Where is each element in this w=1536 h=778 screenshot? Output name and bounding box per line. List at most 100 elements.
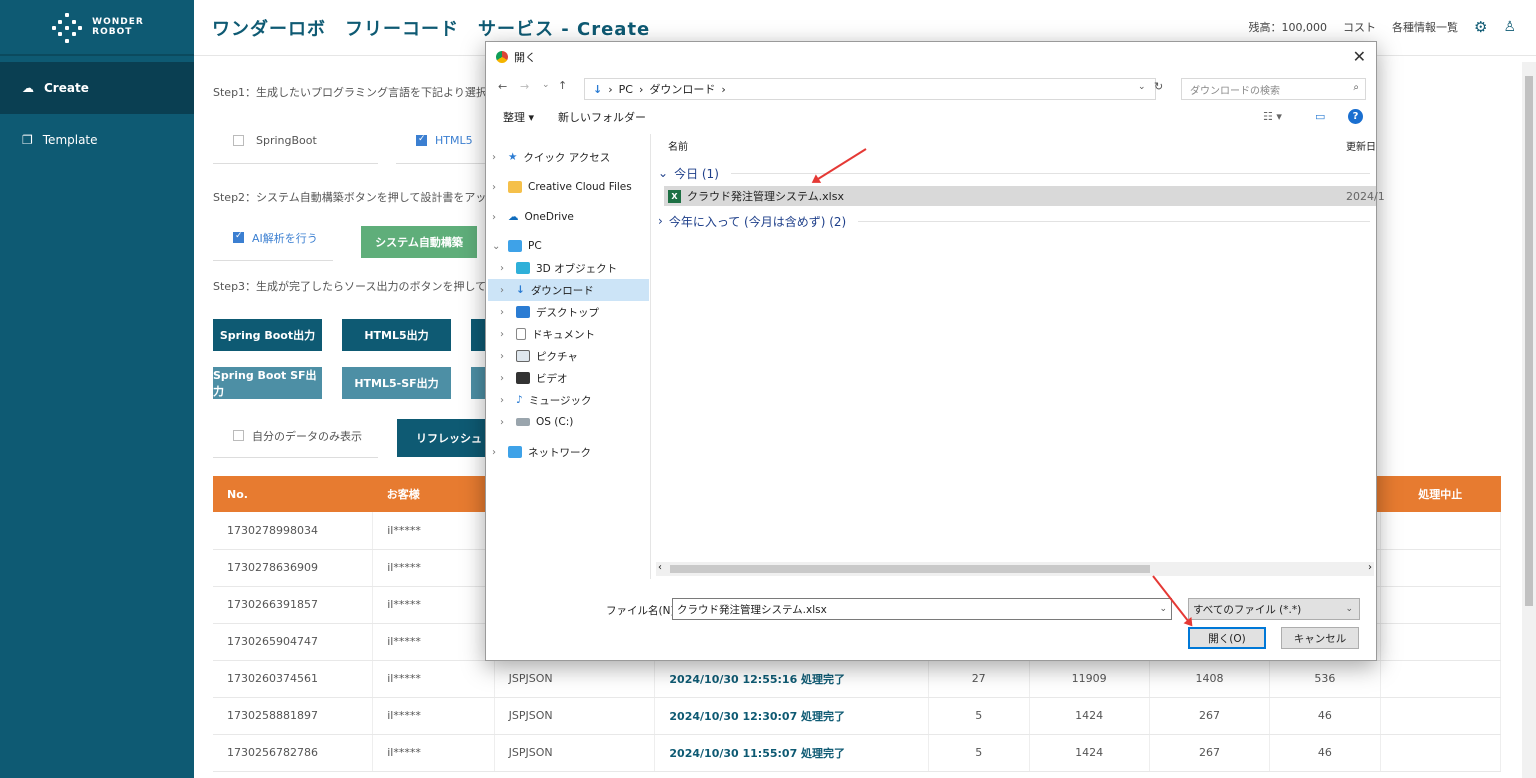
tree-3d-objects[interactable]: › 3D オブジェクト xyxy=(500,257,617,279)
cloud-upload-icon: ☁ xyxy=(22,81,34,95)
table-cell: 27 xyxy=(928,660,1030,698)
music-icon: ♪ xyxy=(516,394,523,406)
col-date-header[interactable]: 更新日 xyxy=(1346,138,1376,153)
table-cell: JSPJSON xyxy=(494,660,656,698)
folder-icon xyxy=(508,181,522,193)
chevron-down-icon: ⌄ xyxy=(658,166,669,180)
horizontal-scrollbar[interactable]: ‹ › xyxy=(656,562,1374,576)
help-icon[interactable]: ? xyxy=(1348,109,1363,124)
tree-pc[interactable]: ⌄ PC xyxy=(492,235,542,257)
col-no: No. xyxy=(213,476,373,512)
back-icon[interactable]: ← xyxy=(498,80,507,93)
cancel-cell xyxy=(1380,512,1502,550)
organize-button[interactable]: 整理 ▾ xyxy=(503,109,534,125)
table-cell: 1408 xyxy=(1149,660,1271,698)
group-today[interactable]: ⌄ 今日 (1) xyxy=(658,164,1370,182)
tree-creative-cloud[interactable]: › Creative Cloud Files xyxy=(492,176,632,198)
spring-boot-output-button[interactable]: Spring Boot出力 xyxy=(213,319,322,351)
refresh-icon[interactable]: ↻ xyxy=(1154,80,1163,93)
close-icon[interactable]: ✕ xyxy=(1353,47,1366,66)
tree-onedrive[interactable]: › ☁ OneDrive xyxy=(492,206,574,228)
page-scrollbar[interactable] xyxy=(1522,62,1536,778)
document-icon xyxy=(516,328,526,340)
chevron-down-icon[interactable]: ⌄ xyxy=(1159,604,1167,614)
page-scrollbar-thumb[interactable] xyxy=(1525,76,1533,606)
search-placeholder: ダウンロードの検索 xyxy=(1190,85,1280,97)
table-cell: 46 xyxy=(1269,697,1381,735)
table-cell: JSPJSON xyxy=(494,697,656,735)
download-icon: ↓ xyxy=(516,284,525,296)
filename-input[interactable]: クラウド発注管理システム.xlsx ⌄ xyxy=(672,598,1172,620)
tree-desktop[interactable]: › デスクトップ xyxy=(500,301,599,323)
scroll-right-icon[interactable]: › xyxy=(1368,562,1372,573)
chevron-right-icon: › xyxy=(658,214,663,228)
up-icon[interactable]: ↑ xyxy=(558,79,567,92)
gear-icon[interactable]: ⚙ xyxy=(1474,18,1487,36)
ai-analysis-option[interactable]: AI解析を行う xyxy=(213,215,333,261)
logo: WONDER ROBOT xyxy=(0,0,194,56)
breadcrumb-pc[interactable]: PC xyxy=(619,83,633,96)
step1-text: Step1：生成したいプログラミング言語を下記より選択 xyxy=(213,86,487,99)
file-date: 2024/1 xyxy=(1346,189,1385,203)
open-file-dialog: 開く ✕ ← → ⌄ ↑ ↓ › PC › ダウンロード › ⌄ ↻ ダウンロー… xyxy=(485,41,1385,661)
tree-network[interactable]: › ネットワーク xyxy=(492,441,591,463)
recent-dropdown-icon[interactable]: ⌄ xyxy=(542,80,550,90)
search-input[interactable]: ダウンロードの検索 ⌕ xyxy=(1181,78,1366,100)
group-this-year[interactable]: › 今年に入って (今月は含めず) (2) xyxy=(658,212,1370,230)
copy-icon: ❐ xyxy=(22,133,33,147)
info-list-link[interactable]: 各種情報一覧 xyxy=(1392,19,1458,35)
dialog-navbar: ← → ⌄ ↑ ↓ › PC › ダウンロード › ⌄ ↻ ダウンロードの検索 … xyxy=(486,76,1376,102)
picture-icon xyxy=(516,350,530,362)
tree-documents[interactable]: › ドキュメント xyxy=(500,323,595,345)
horizontal-scroll-thumb[interactable] xyxy=(670,565,1150,573)
only-mine-option[interactable]: 自分のデータのみ表示 xyxy=(213,414,378,458)
tree-quick-access[interactable]: › ★ クイック アクセス xyxy=(492,146,610,168)
auto-build-button[interactable]: システム自動構築 xyxy=(361,226,477,258)
table-cell: 1730265904747 xyxy=(213,623,374,661)
html5-sf-output-button[interactable]: HTML5-SF出力 xyxy=(342,367,451,399)
html5-output-button[interactable]: HTML5出力 xyxy=(342,319,451,351)
filename-row: ファイル名(N): クラウド発注管理システム.xlsx ⌄ すべてのファイル (… xyxy=(486,598,1376,622)
dialog-title: 開く xyxy=(514,51,536,64)
breadcrumb-downloads[interactable]: ダウンロード xyxy=(649,81,715,97)
filetype-select[interactable]: すべてのファイル (*.*) ⌄ xyxy=(1188,598,1360,620)
file-list-pane: 名前 更新日 ⌄ 今日 (1) X クラウド発注管理システム.xlsx 2024… xyxy=(652,134,1385,579)
cancel-cell xyxy=(1380,697,1502,735)
user-icon[interactable]: ♙ xyxy=(1503,19,1516,35)
forward-icon[interactable]: → xyxy=(520,80,529,93)
spring-boot-sf-output-button[interactable]: Spring Boot SF出力 xyxy=(213,367,322,399)
only-mine-checkbox[interactable] xyxy=(233,430,244,441)
table-row: 1730256782786 il***** JSPJSON 2024/10/30 11… xyxy=(213,734,1502,772)
cancel-button[interactable]: キャンセル xyxy=(1281,627,1359,649)
cost-link[interactable]: コスト xyxy=(1343,19,1376,35)
table-cell: 1730278636909 xyxy=(213,549,374,587)
open-button[interactable]: 開く(O) xyxy=(1188,627,1266,649)
cloud-icon: ☁ xyxy=(508,211,519,223)
table-cell: 1424 xyxy=(1029,734,1150,772)
ai-analysis-checkbox[interactable] xyxy=(233,231,244,243)
table-cell: 1730278998034 xyxy=(213,512,374,550)
address-bar[interactable]: ↓ › PC › ダウンロード › xyxy=(584,78,1156,100)
sidebar-item-create[interactable]: ☁ Create xyxy=(0,62,194,114)
file-row[interactable]: X クラウド発注管理システム.xlsx 2024/1 xyxy=(664,186,1385,206)
tree-os-c[interactable]: › OS (C:) xyxy=(500,411,573,433)
tree-pictures[interactable]: › ピクチャ xyxy=(500,345,578,367)
preview-pane-icon[interactable]: ▭ xyxy=(1315,110,1325,123)
tree-videos[interactable]: › ビデオ xyxy=(500,367,568,389)
view-options-icon[interactable]: ☷ ▾ xyxy=(1263,110,1282,123)
ai-analysis-label: AI解析を行う xyxy=(252,231,318,245)
new-folder-button[interactable]: 新しいフォルダー xyxy=(558,109,646,125)
cancel-cell xyxy=(1380,549,1502,587)
balance-text: 残高：100,000 xyxy=(1248,21,1327,34)
table-cell: il***** xyxy=(372,549,495,587)
springboot-option[interactable]: SpringBoot xyxy=(213,118,378,164)
desktop-icon xyxy=(516,306,530,318)
html5-checkbox[interactable] xyxy=(416,134,427,146)
scroll-left-icon[interactable]: ‹ xyxy=(658,562,662,573)
sidebar-item-template[interactable]: ❐ Template xyxy=(0,114,194,166)
tree-downloads[interactable]: › ↓ ダウンロード xyxy=(488,279,649,301)
address-dropdown-icon[interactable]: ⌄ xyxy=(1138,82,1146,92)
col-name-header[interactable]: 名前 xyxy=(668,138,688,153)
springboot-checkbox[interactable] xyxy=(233,135,244,146)
tree-music[interactable]: › ♪ ミュージック xyxy=(500,389,592,411)
